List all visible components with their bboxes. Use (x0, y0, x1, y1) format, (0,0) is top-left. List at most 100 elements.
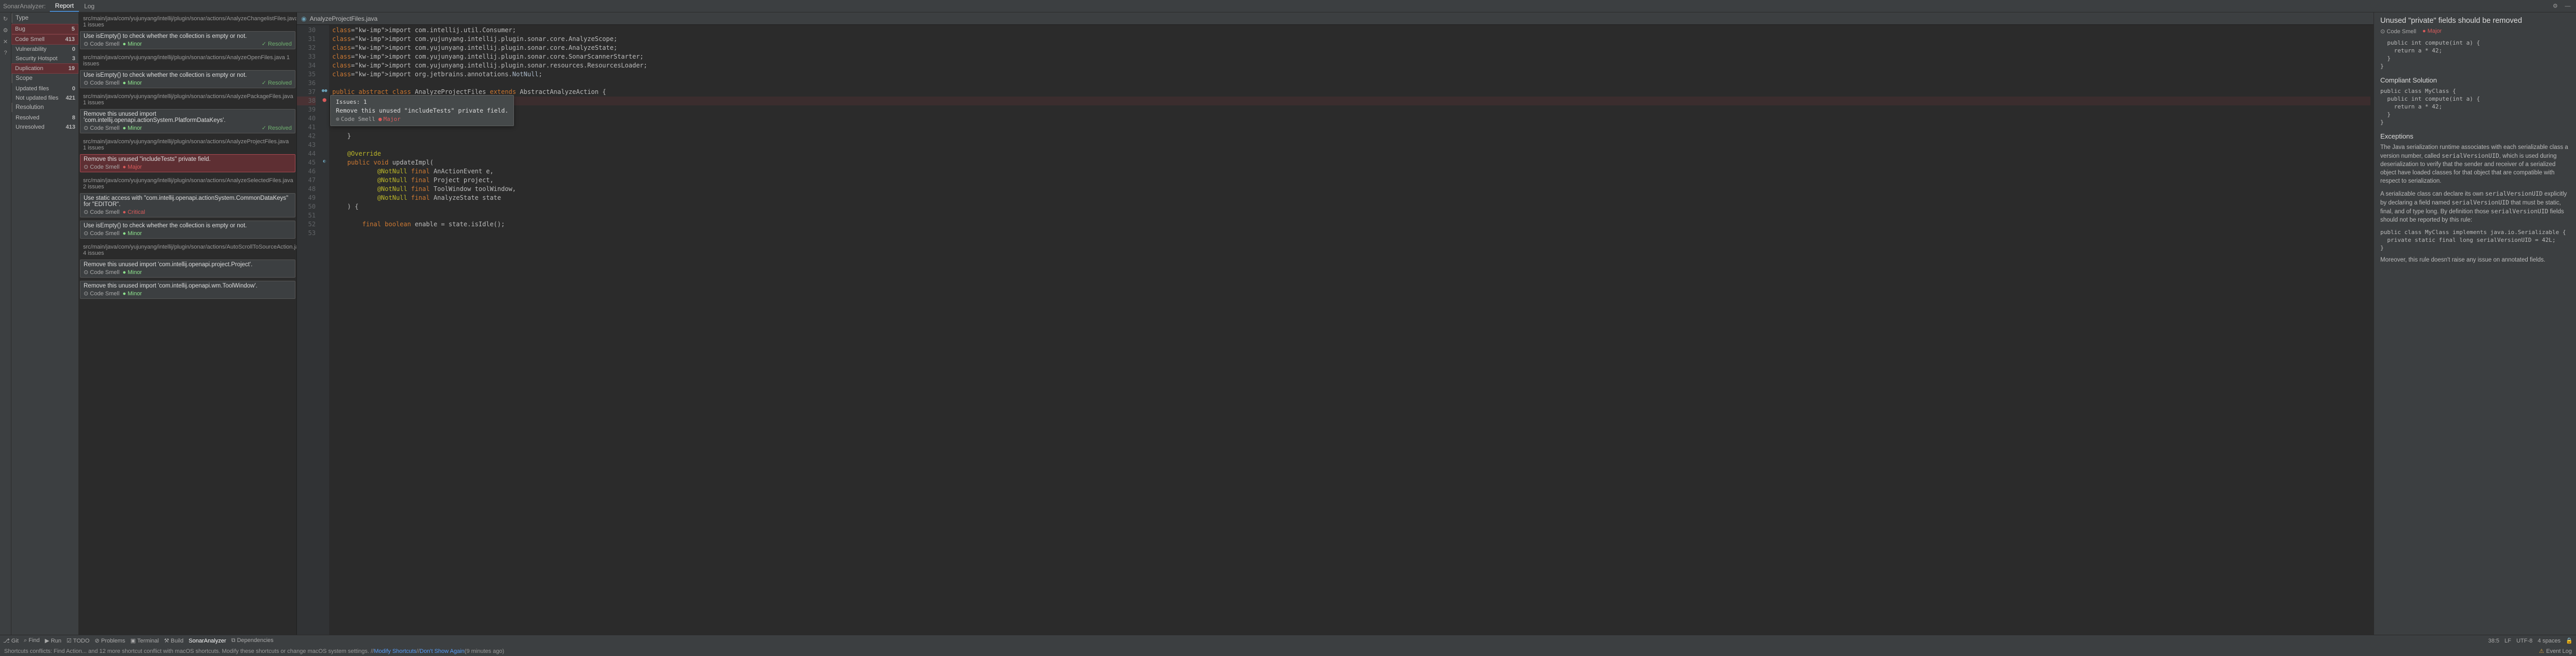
exceptions-head: Exceptions (2380, 132, 2570, 140)
left-tool-rail: ↻ ⚙ ✕ ? (0, 12, 11, 635)
severity-badge: ● Minor (123, 41, 142, 47)
editor-body[interactable]: 3031323334353637383940414243444546474849… (297, 25, 2374, 635)
resolved-badge: ✓ Resolved (262, 40, 292, 47)
message-text: Shortcuts conflicts: Find Action... and … (4, 648, 374, 654)
status-pos[interactable]: 38:5 (2488, 638, 2499, 644)
editor-file-name: AnalyzeProjectFiles.java (309, 15, 377, 22)
status-todo[interactable]: ☑ TODO (66, 637, 89, 644)
lock-icon[interactable]: 🔒 (2566, 637, 2573, 644)
code-smell-icon: ⊙ Code Smell (84, 209, 119, 215)
filter-updated-files[interactable]: Updated files0 (11, 84, 78, 93)
event-log-button[interactable]: ⚠ Event Log (2539, 648, 2572, 654)
issue-file-header[interactable]: src/main/java/com/yujunyang/intellij/plu… (80, 242, 295, 258)
refresh-icon[interactable]: ↻ (2, 15, 10, 23)
severity-badge: ● Minor (123, 269, 142, 276)
top-tab-bar: SonarAnalyzer: Report Log ⚙ — (0, 0, 2576, 12)
code-smell-icon: ⊙ Code Smell (84, 163, 119, 170)
severity-badge: ● Minor (123, 230, 142, 237)
close-icon[interactable]: ✕ (2, 37, 10, 46)
issue-tooltip: Issues: 1 Remove this unused "includeTes… (330, 95, 514, 126)
compliant-head: Compliant Solution (2380, 76, 2570, 84)
code-smell-icon: ⊙ Code Smell (84, 79, 119, 86)
status-charset[interactable]: UTF-8 (2516, 638, 2532, 644)
issue-item[interactable]: Remove this unused import 'com.intellij.… (80, 281, 295, 299)
exceptions-para-1: The Java serialization runtime associate… (2380, 143, 2570, 185)
severity-badge: ● Minor (123, 80, 142, 86)
bubble-type: ⊙ Code Smell (336, 116, 375, 122)
gear-icon[interactable]: ⚙ (2551, 2, 2559, 10)
line-gutter: 3031323334353637383940414243444546474849… (297, 25, 320, 635)
filter-resolved[interactable]: Resolved8 (11, 113, 78, 122)
status-build[interactable]: ⚒ Build (164, 637, 183, 644)
status-dependencies[interactable]: ⧉ Dependencies (232, 637, 274, 644)
rule-detail-panel: Unused "private" fields should be remove… (2374, 12, 2576, 635)
rule-code-2: public class MyClass { public int comput… (2380, 87, 2570, 126)
code-smell-icon: ⊙ Code Smell (84, 125, 119, 131)
code-area[interactable]: class="kw-imp">import com.intellij.util.… (329, 25, 2374, 635)
link-modify-shortcuts[interactable]: Modify Shortcuts (374, 648, 416, 654)
exceptions-para-3: Moreover, this rule doesn't raise any is… (2380, 256, 2570, 264)
status-enc[interactable]: LF (2504, 638, 2511, 644)
tab-log[interactable]: Log (79, 1, 100, 11)
tab-report[interactable]: Report (50, 1, 79, 12)
status-git[interactable]: ⎇ Git (3, 637, 19, 644)
filter-section-resolution: Resolution (11, 103, 78, 112)
filter-bug[interactable]: Bug5 (11, 24, 78, 34)
gutter-marks: ●●●◐ (320, 25, 329, 635)
status-terminal[interactable]: ▣ Terminal (130, 637, 159, 644)
filter-duplication[interactable]: Duplication19 (11, 63, 78, 74)
code-smell-icon: ⊙ Code Smell (84, 269, 119, 276)
issue-file-header[interactable]: src/main/java/com/yujunyang/intellij/plu… (80, 91, 295, 108)
filter-not-updated-files[interactable]: Not updated files421 (11, 93, 78, 103)
filter-section-type: Type (11, 13, 78, 23)
status-problems[interactable]: ⊘ Problems (94, 637, 125, 644)
bubble-head: Issues: 1 (336, 99, 508, 105)
rule-type: ⊙ Code Smell (2380, 28, 2416, 35)
issue-item[interactable]: Remove this unused import 'com.intellij.… (80, 259, 295, 278)
rule-code-1: public int compute(int a) { return a * 4… (2380, 39, 2570, 70)
issue-item[interactable]: Use isEmpty() to check whether the colle… (80, 221, 295, 239)
filter-code-smell[interactable]: Code Smell413 (11, 34, 78, 45)
status-run[interactable]: ▶ Run (45, 637, 61, 644)
severity-badge: ● Major (123, 164, 142, 170)
status-indent[interactable]: 4 spaces (2538, 638, 2560, 644)
code-smell-icon: ⊙ Code Smell (84, 230, 119, 237)
issue-file-header[interactable]: src/main/java/com/yujunyang/intellij/plu… (80, 52, 295, 69)
issue-file-header[interactable]: src/main/java/com/yujunyang/intellij/plu… (80, 175, 295, 192)
filter-unresolved[interactable]: Unresolved413 (11, 122, 78, 132)
code-smell-icon: ⊙ Code Smell (84, 290, 119, 297)
issues-list[interactable]: src/main/java/com/yujunyang/intellij/plu… (79, 12, 297, 635)
status-sonaranalyzer[interactable]: SonarAnalyzer (188, 638, 226, 644)
editor-tab[interactable]: ◉ AnalyzeProjectFiles.java (297, 12, 2374, 25)
bubble-sev: ● Major (378, 116, 401, 122)
minimize-icon[interactable]: — (2564, 2, 2572, 10)
message-bar: Shortcuts conflicts: Find Action... and … (0, 646, 2576, 656)
status-bar: ⎇ Git ⌕ Find ▶ Run ☑ TODO ⊘ Problems ▣ Termin… (0, 635, 2576, 646)
code-smell-icon: ⊙ Code Smell (84, 40, 119, 47)
rule-code-3: public class MyClass implements java.io.… (2380, 228, 2570, 252)
resolved-badge: ✓ Resolved (262, 125, 292, 131)
editor-pane: ◉ AnalyzeProjectFiles.java 3031323334353… (297, 12, 2374, 635)
exceptions-para-2: A serializable class can declare its own… (2380, 189, 2570, 224)
issue-item[interactable]: Use static access with "com.intellij.ope… (80, 193, 295, 217)
link-dont-show[interactable]: Don't Show Again (419, 648, 465, 654)
java-file-icon: ◉ (301, 15, 306, 22)
filter-section-scope: Scope (11, 74, 78, 83)
filter-sidebar: TypeBug5Code Smell413Vulnerability0Secur… (11, 12, 79, 635)
status-find[interactable]: ⌕ Find (24, 637, 40, 644)
help-icon[interactable]: ? (2, 49, 10, 57)
issue-file-header[interactable]: src/main/java/com/yujunyang/intellij/plu… (80, 13, 295, 30)
top-tab-label: SonarAnalyzer: (3, 3, 46, 10)
rule-title: Unused "private" fields should be remove… (2380, 17, 2570, 25)
severity-badge: ● Critical (123, 209, 145, 215)
issue-item[interactable]: Use isEmpty() to check whether the colle… (80, 70, 295, 88)
issue-item[interactable]: Remove this unused import 'com.intellij.… (80, 109, 295, 133)
severity-badge: ● Minor (123, 125, 142, 131)
issue-file-header[interactable]: src/main/java/com/yujunyang/intellij/plu… (80, 136, 295, 153)
rule-severity: ● Major (2422, 28, 2442, 35)
issue-item[interactable]: Use isEmpty() to check whether the colle… (80, 31, 295, 49)
filter-security-hotspot[interactable]: Security Hotspot3 (11, 54, 78, 63)
filter-vulnerability[interactable]: Vulnerability0 (11, 45, 78, 54)
settings-icon[interactable]: ⚙ (2, 26, 10, 34)
issue-item[interactable]: Remove this unused "includeTests" privat… (80, 154, 295, 172)
